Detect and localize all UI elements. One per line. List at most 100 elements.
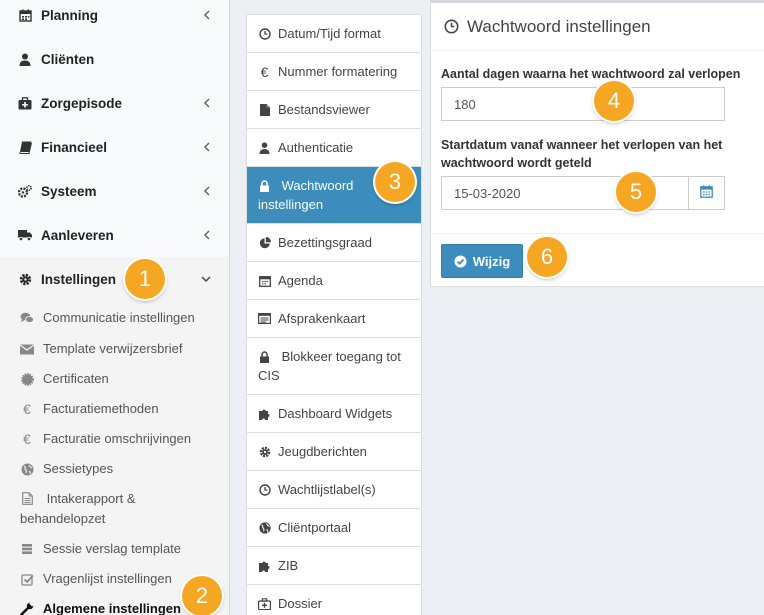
pie-chart-icon	[258, 236, 271, 249]
settings-item-nummer-formatering[interactable]: € Nummer formatering	[247, 53, 421, 91]
settings-item-label: Wachtlijstlabel(s)	[278, 482, 376, 497]
medkit-icon	[18, 96, 32, 110]
settings-item-dashboard-widgets[interactable]: Dashboard Widgets	[247, 395, 421, 433]
sub-item-communicatie[interactable]: Communicatie instellingen	[0, 301, 229, 336]
comments-icon	[20, 311, 34, 325]
panel-title: Wachtwoord instellingen	[467, 16, 651, 36]
sub-item-label: Certificaten	[43, 371, 109, 386]
panel-header: Wachtwoord instellingen	[431, 3, 764, 51]
menu-label: Zorgepisode	[41, 95, 123, 111]
sub-item-label: Intakerapport & behandelopzet	[20, 491, 136, 526]
menu-item-systeem[interactable]: Systeem	[0, 169, 229, 213]
menu-label: Planning	[41, 7, 98, 23]
sub-item-label: Vragenlijst instellingen	[43, 571, 172, 586]
sub-item-sessietypes[interactable]: Sessietypes	[0, 456, 229, 486]
sub-item-intakerapport[interactable]: Intakerapport & behandelopzet	[0, 486, 229, 536]
envelope-icon	[20, 342, 34, 356]
cogs-icon	[18, 184, 32, 198]
sub-item-facturatiemethoden[interactable]: € Facturatiemethoden	[0, 396, 229, 426]
settings-item-agenda[interactable]: Agenda	[247, 262, 421, 300]
check-square-icon	[20, 572, 34, 586]
menu-item-zorgepisode[interactable]: Zorgepisode	[0, 81, 229, 125]
calendar-icon	[258, 274, 271, 287]
panel-footer: Wijzig	[431, 233, 764, 288]
settings-item-label: Agenda	[278, 273, 323, 288]
menu-item-aanleveren[interactable]: Aanleveren	[0, 213, 229, 257]
sub-item-label: Sessietypes	[43, 461, 114, 476]
settings-item-afsprakenkaart[interactable]: Afsprakenkaart	[247, 300, 421, 338]
chevron-left-icon	[201, 230, 211, 240]
truck-icon	[18, 228, 32, 242]
sub-item-certificaten[interactable]: Certificaten	[0, 366, 229, 396]
menu-label: Instellingen	[41, 271, 117, 287]
user-icon	[258, 141, 271, 154]
days-input[interactable]: 180	[441, 87, 725, 121]
calendar-icon	[18, 8, 32, 22]
menu-item-planning[interactable]: Planning	[0, 0, 229, 37]
settings-item-label: Blokkeer toegang tot CIS	[258, 349, 401, 383]
puzzle-icon	[258, 559, 271, 572]
settings-item-label: Afsprakenkaart	[278, 311, 366, 326]
submit-label: Wijzig	[472, 253, 511, 269]
file-icon	[20, 492, 34, 506]
lock-icon	[258, 351, 271, 364]
settings-item-label: Wachtwoord instellingen	[258, 178, 354, 212]
file-icon	[258, 103, 271, 116]
step-badge-3: 3	[375, 162, 415, 202]
days-label: Aantal dagen waarna het wachtwoord zal v…	[441, 67, 741, 81]
date-picker-button[interactable]	[688, 176, 725, 210]
settings-item-jeugdberichten[interactable]: Jeugdberichten	[247, 433, 421, 471]
medkit-icon	[258, 597, 271, 610]
settings-item-wachtlijstlabels[interactable]: Wachtlijstlabel(s)	[247, 471, 421, 509]
step-badge-2: 2	[182, 576, 222, 615]
sub-menu-instellingen: Communicatie instellingen Template verwi…	[0, 301, 229, 615]
settings-item-label: Bezettingsgraad	[278, 235, 372, 250]
menu-label: Cliënten	[41, 51, 95, 67]
settings-item-zib[interactable]: ZIB	[247, 547, 421, 585]
settings-item-label: Datum/Tijd format	[278, 26, 381, 41]
settings-item-blokkeer-toegang[interactable]: Blokkeer toegang tot CIS	[247, 338, 421, 395]
sub-item-label: Communicatie instellingen	[43, 310, 195, 325]
sub-item-facturatie-omschrijvingen[interactable]: € Facturatie omschrijvingen	[0, 426, 229, 456]
settings-item-label: ZIB	[278, 558, 299, 573]
settings-item-label: Authenticatie	[278, 140, 354, 155]
settings-item-bestandsviewer[interactable]: Bestandsviewer	[247, 91, 421, 129]
menu-item-clienten[interactable]: Cliënten	[0, 37, 229, 81]
lock-icon	[258, 180, 271, 193]
step-badge-6: 6	[527, 237, 567, 277]
settings-item-bezettingsgraad[interactable]: Bezettingsgraad	[247, 224, 421, 262]
step-badge-1: 1	[125, 259, 165, 299]
sub-item-label: Template verwijzersbrief	[43, 341, 183, 356]
submit-button[interactable]: Wijzig	[441, 244, 523, 278]
menu-label: Financieel	[41, 139, 108, 155]
settings-item-clientportaal[interactable]: Cliëntportaal	[247, 509, 421, 547]
clock-icon	[258, 27, 271, 40]
settings-item-dossier[interactable]: Dossier	[247, 585, 421, 615]
chevron-left-icon	[201, 186, 211, 196]
wrench-icon	[20, 602, 34, 615]
password-settings-panel: Wachtwoord instellingen Aantal dagen waa…	[430, 0, 764, 287]
settings-item-label: Dashboard Widgets	[278, 406, 393, 421]
check-circle-icon	[454, 255, 467, 268]
euro-icon: €	[260, 63, 269, 80]
certificate-icon	[20, 372, 34, 386]
settings-item-datum-tijd[interactable]: Datum/Tijd format	[247, 15, 421, 53]
sub-item-sessie-verslag-template[interactable]: Sessie verslag template	[0, 536, 229, 566]
sub-item-template-verwijzersbrief[interactable]: Template verwijzersbrief	[0, 336, 229, 366]
sub-item-label: Sessie verslag template	[43, 541, 182, 556]
chevron-left-icon	[201, 98, 211, 108]
menu-item-financieel[interactable]: Financieel	[0, 125, 229, 169]
menu-item-instellingen[interactable]: Instellingen	[0, 257, 229, 301]
sub-item-label: Facturatiemethoden	[43, 401, 159, 416]
chevron-left-icon	[201, 10, 211, 20]
book-icon	[18, 140, 32, 154]
puzzle-icon	[258, 407, 271, 420]
euro-icon: €	[23, 431, 31, 447]
settings-item-label: Dossier	[278, 596, 323, 611]
settings-item-label: Cliëntportaal	[278, 520, 351, 535]
settings-item-label: Nummer formatering	[278, 64, 398, 79]
start-date-label: Startdatum vanaf wanneer het verlopen va…	[441, 138, 723, 170]
sub-item-label: Facturatie omschrijvingen	[43, 431, 192, 446]
gear-icon	[258, 445, 271, 458]
menu-label: Systeem	[41, 183, 97, 199]
